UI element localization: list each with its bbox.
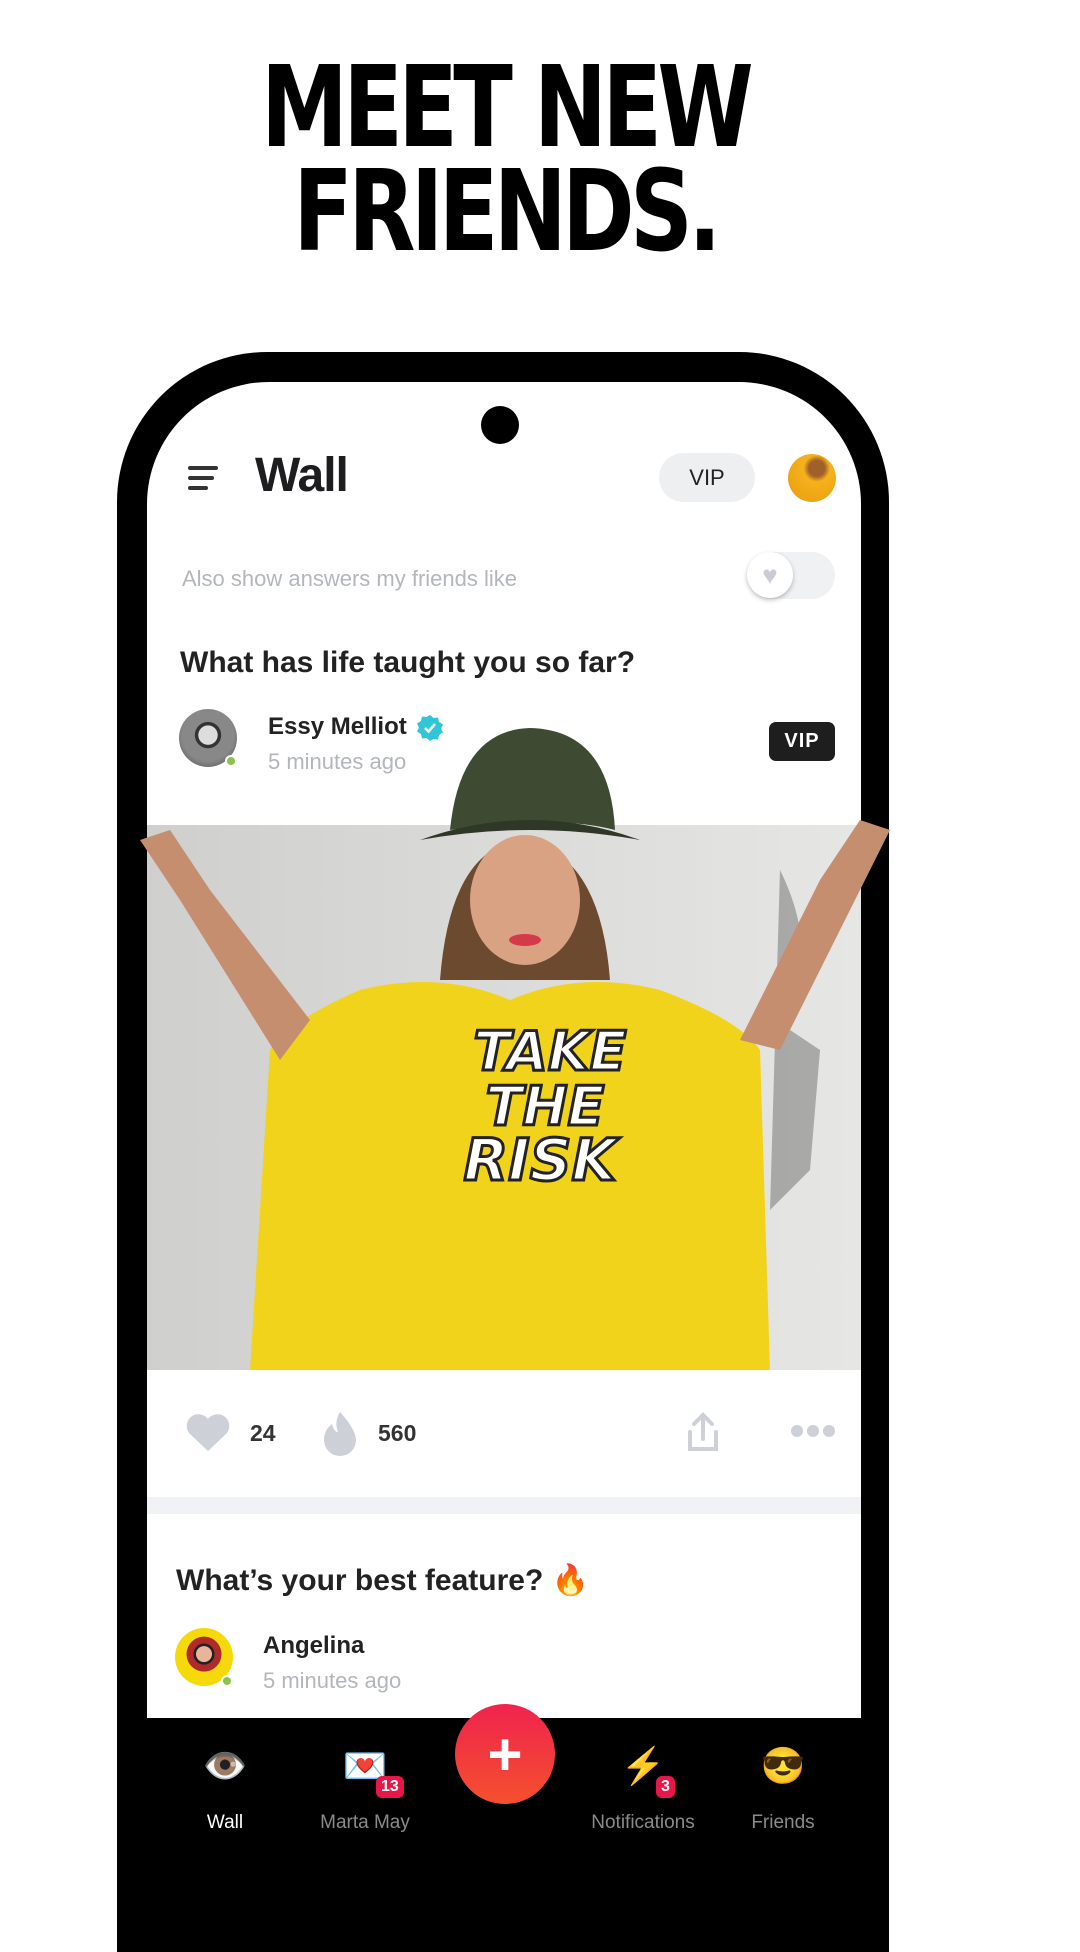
post-time: 5 minutes ago (263, 1668, 402, 1693)
online-indicator (221, 1675, 233, 1687)
nav-notifications[interactable]: Notifications (563, 1812, 723, 1834)
post-question: What has life taught you so far? (180, 646, 636, 679)
vip-button[interactable]: VIP (659, 453, 755, 502)
page-title: Wall (255, 449, 349, 502)
notifications-badge: 3 (656, 1776, 675, 1798)
like-count: 24 (250, 1420, 276, 1446)
eye-icon[interactable]: 👁️ (195, 1745, 255, 1787)
user-avatar[interactable] (788, 454, 836, 502)
headline-line1: MEET NEW (260, 43, 754, 173)
heart-icon: ♥ (747, 552, 793, 598)
fire-icon[interactable] (322, 1410, 358, 1456)
add-post-button[interactable]: + (455, 1704, 555, 1804)
menu-button[interactable] (188, 466, 218, 496)
messages-badge: 13 (376, 1776, 404, 1798)
nav-marta-may[interactable]: Marta May (285, 1812, 445, 1834)
like-icon[interactable] (185, 1413, 231, 1453)
shirt-text-3: RISK (464, 1126, 621, 1194)
friends-like-toggle[interactable]: ♥ (747, 552, 835, 599)
nav-wall[interactable]: Wall (145, 1812, 305, 1834)
fire-count: 560 (378, 1420, 417, 1446)
headline-line2: FRIENDS. (293, 147, 721, 277)
camera-hole (481, 406, 519, 444)
nav-friends[interactable]: Friends (703, 1812, 863, 1834)
post-divider (147, 1497, 861, 1514)
filter-label: Also show answers my friends like (182, 566, 518, 591)
author-name[interactable]: Angelina (263, 1632, 364, 1660)
post-question: What’s your best feature? 🔥 (176, 1564, 589, 1597)
headline: MEET NEW FRIENDS. (111, 43, 899, 277)
share-icon[interactable] (686, 1412, 720, 1454)
post-image[interactable]: TAKE THE RISK (120, 720, 960, 1380)
sunglasses-icon[interactable]: 😎 (753, 1745, 813, 1787)
more-options-icon[interactable] (790, 1424, 836, 1438)
shirt-text-1: TAKE (473, 1020, 626, 1083)
